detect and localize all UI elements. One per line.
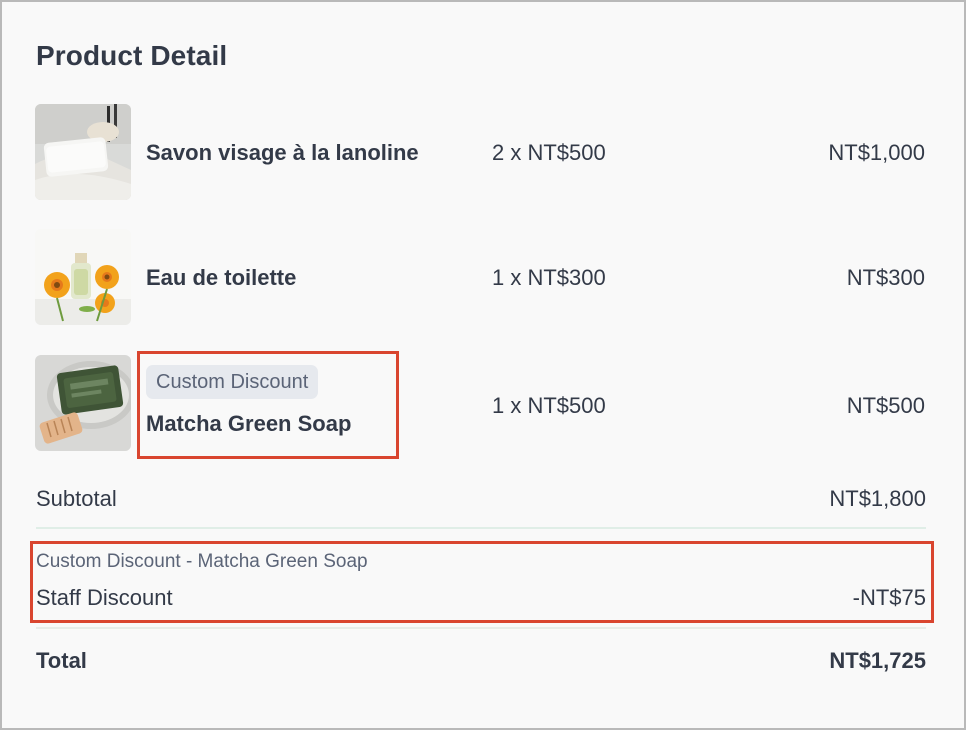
item-line-total: NT$500 [846,393,925,418]
subtotal-value: NT$1,800 [829,486,926,511]
item-name: Savon visage à la lanoline [146,140,419,165]
discount-highlight-box [30,541,934,623]
item-quantity-price: 1 x NT$300 [492,265,606,290]
subtotal-label: Subtotal [36,486,117,511]
item-line-total: NT$1,000 [828,140,925,165]
total-value: NT$1,725 [829,648,926,673]
total-label: Total [36,648,87,673]
item-quantity-price: 1 x NT$500 [492,393,606,418]
divider [36,627,926,629]
soap-bar-image [35,104,131,200]
item-highlight-box [137,351,399,459]
item-line-total: NT$300 [846,265,925,290]
page-title: Product Detail [36,40,228,71]
list-item: Savon visage à la lanoline 2 x NT$500 NT… [35,104,925,200]
list-item: Eau de toilette 1 x NT$300 NT$300 [35,229,925,325]
green-soap-image [35,355,131,451]
total-row: Total NT$1,725 [36,648,926,674]
divider [36,527,926,529]
product-detail-panel: Product Detail Savon visage à la lanolin… [0,0,966,730]
subtotal-row: Subtotal NT$1,800 [36,486,926,512]
perfume-flowers-image [35,229,131,325]
item-name: Eau de toilette [146,265,297,290]
item-quantity-price: 2 x NT$500 [492,140,606,165]
